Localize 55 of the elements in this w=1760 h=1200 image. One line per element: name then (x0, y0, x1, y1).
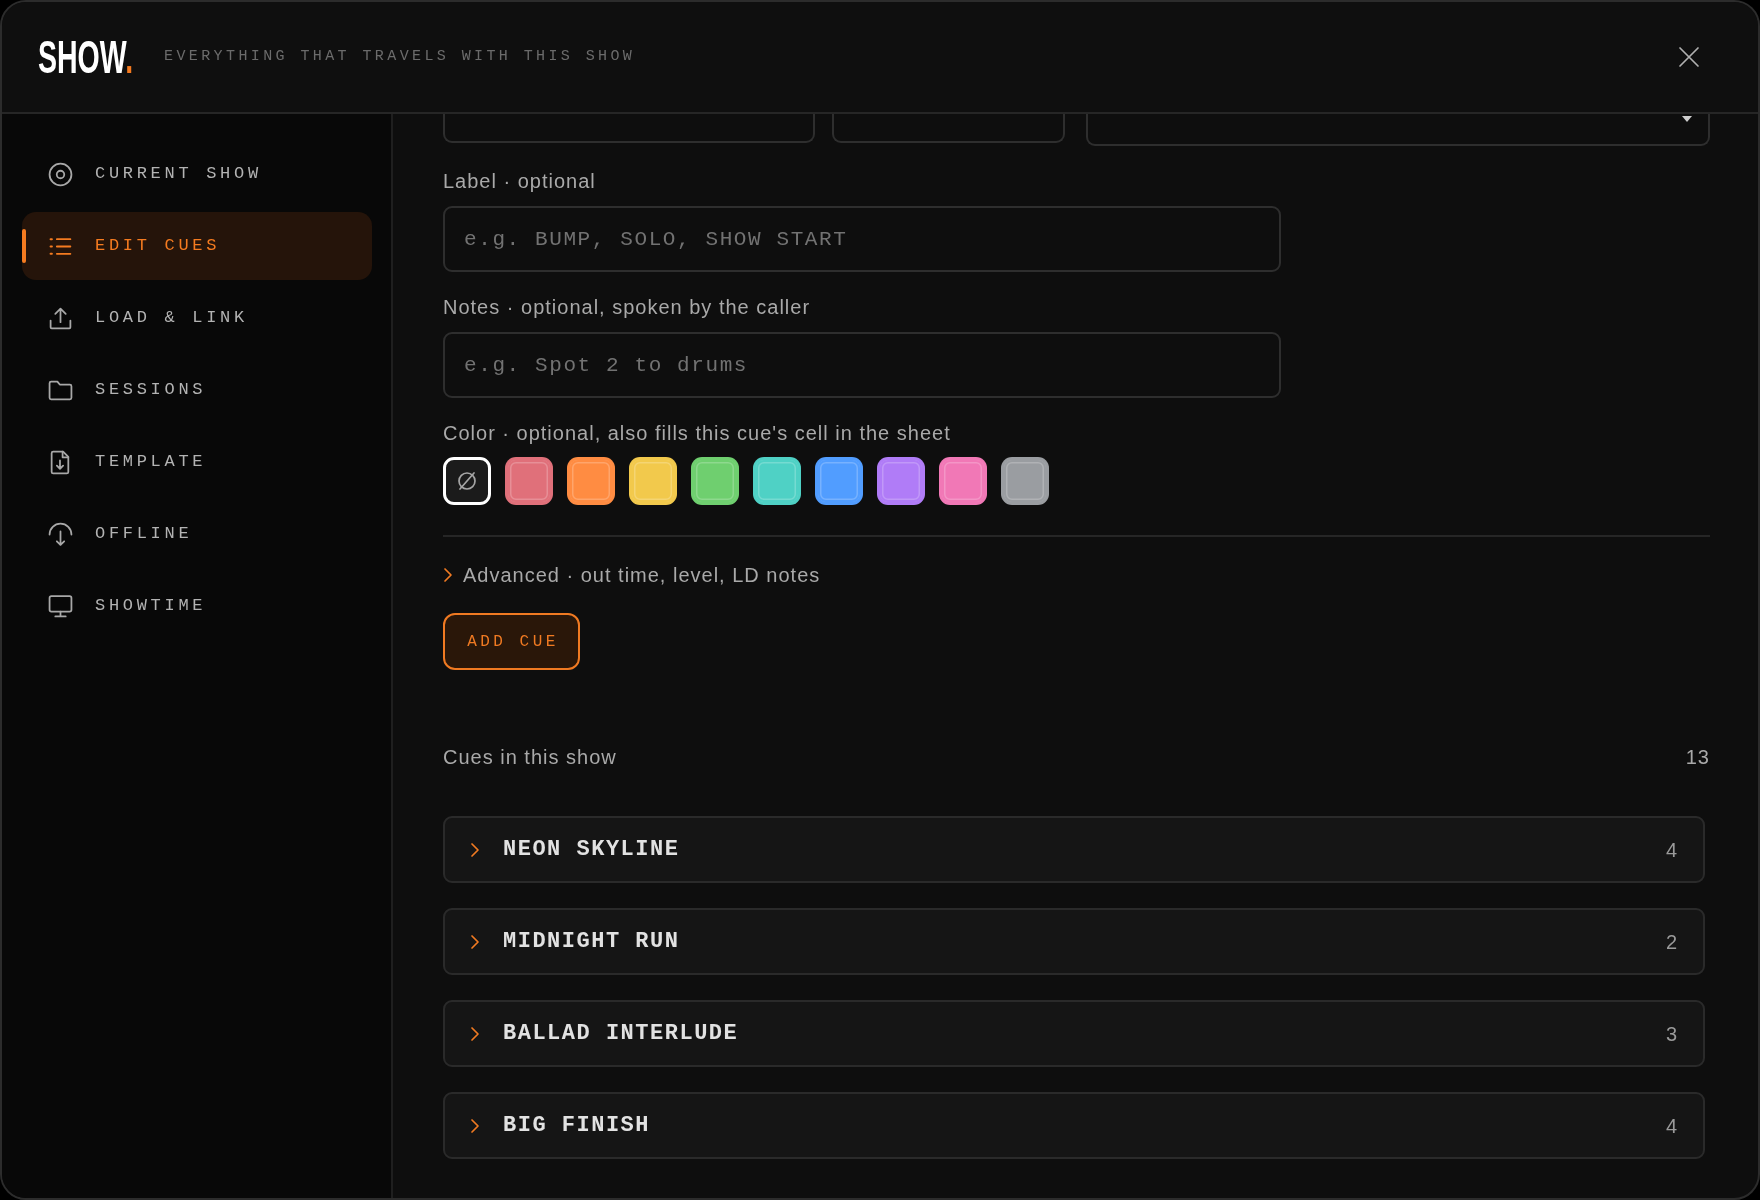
nav-item[interactable]: SESSIONS (22, 356, 372, 424)
chevron-icon (470, 933, 480, 950)
group-name: BALLAD INTERLUDE (503, 1020, 739, 1048)
close-button[interactable] (1678, 46, 1700, 68)
no-color-swatch-icon[interactable] (443, 457, 491, 505)
color-swatch-icon[interactable] (629, 457, 677, 505)
nav-item[interactable]: EDIT CUES (22, 212, 372, 280)
color-swatch-icon[interactable] (939, 457, 987, 505)
cue-group-row[interactable]: MIDNIGHT RUN 2 (443, 908, 1705, 975)
chevron-icon (470, 1117, 480, 1134)
cue-group-row[interactable]: NEON SKYLINE 4 (443, 816, 1705, 883)
group-count: 3 (1665, 1021, 1677, 1047)
nav-item[interactable]: OFFLINE (22, 500, 372, 568)
notes-field[interactable]: e.g. Spot 2 to drums (443, 332, 1281, 398)
close-icon (1678, 46, 1700, 68)
monitor-icon (48, 593, 73, 619)
nav-item[interactable]: TEMPLATE (22, 428, 372, 496)
group-name: BIG FINISH (503, 1112, 651, 1140)
input-field[interactable] (832, 114, 1065, 143)
download-icon (48, 521, 73, 547)
section-title: Cues in this show (443, 745, 617, 769)
upload-icon (48, 305, 73, 331)
advanced-toggle[interactable]: Advanced · out time, level, LD notes (443, 563, 821, 587)
chevron-icon (443, 567, 453, 583)
nav-item[interactable]: LOAD & LINK (22, 284, 372, 352)
add-cue-button[interactable]: ADD CUE (443, 613, 580, 670)
dropdown-field[interactable] (1086, 114, 1710, 146)
caret-down-icon (1682, 116, 1692, 122)
color-swatch-icon[interactable] (877, 457, 925, 505)
color-swatch-icon[interactable] (505, 457, 553, 505)
chevron-icon (470, 1025, 480, 1042)
group-name: NEON SKYLINE (503, 836, 680, 864)
cue-group-row[interactable]: BALLAD INTERLUDE 3 (443, 1000, 1705, 1067)
color-swatch-icon[interactable] (691, 457, 739, 505)
input-field[interactable] (443, 114, 815, 143)
group-count: 4 (1665, 1113, 1677, 1139)
tagline: EVERYTHING THAT TRAVELS WITH THIS SHOW (164, 46, 636, 67)
nav-item[interactable]: CURRENT SHOW (22, 140, 372, 208)
color-swatch-icon[interactable] (753, 457, 801, 505)
chevron-icon (470, 841, 480, 858)
color-swatch-icon[interactable] (1001, 457, 1049, 505)
target-icon (48, 161, 73, 187)
field-label: Color · optional, also fills this cue's cell in the sheet (443, 421, 952, 445)
group-count: 2 (1665, 929, 1677, 955)
field-label: Label · optional (443, 169, 597, 193)
field-label: Notes · optional, spoken by the caller (443, 295, 812, 319)
cue-count: 13 (1685, 745, 1710, 769)
group-count: 4 (1665, 837, 1677, 863)
logo: SHOW. (38, 34, 134, 80)
color-swatch-icon[interactable] (567, 457, 615, 505)
group-name: MIDNIGHT RUN (503, 928, 680, 956)
nav-item[interactable]: SHOWTIME (22, 572, 372, 640)
label-field[interactable]: e.g. BUMP, SOLO, SHOW START (443, 206, 1281, 272)
cue-group-row[interactable]: BIG FINISH 4 (443, 1092, 1705, 1159)
color-swatch-icon[interactable] (815, 457, 863, 505)
